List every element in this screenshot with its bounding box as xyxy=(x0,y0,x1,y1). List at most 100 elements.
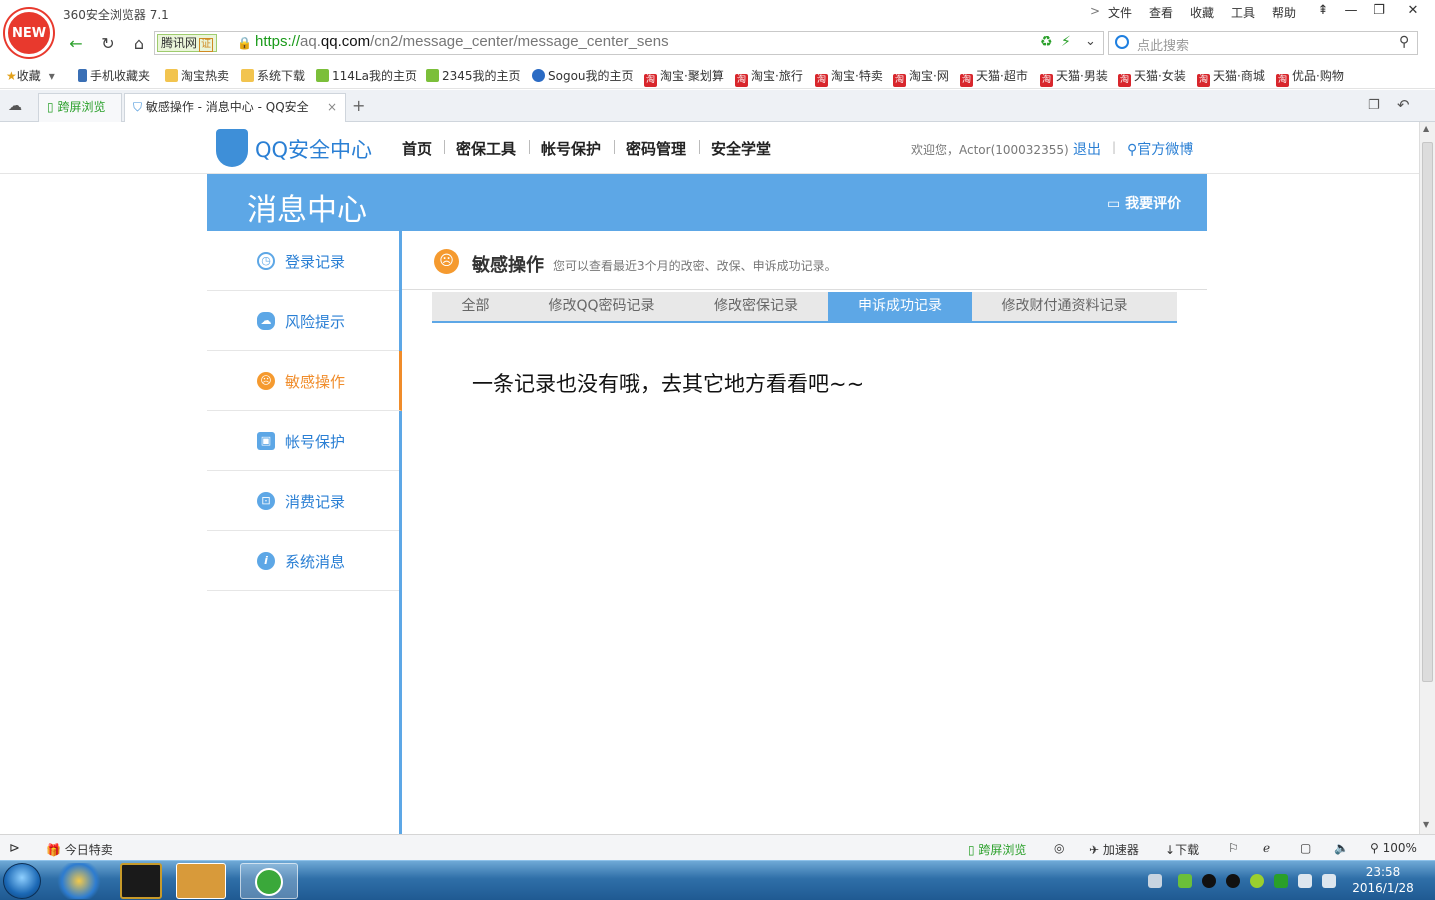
scroll-down-icon[interactable]: ▼ xyxy=(1423,820,1429,829)
restore-tab-icon[interactable]: ❐ xyxy=(1368,98,1380,113)
keyboard-icon[interactable] xyxy=(1148,874,1162,888)
sidebar-item-system-messages[interactable]: i 系统消息 xyxy=(207,531,399,591)
taskbar-lol-icon[interactable] xyxy=(120,863,162,899)
menu-help[interactable]: 帮助 xyxy=(1272,4,1296,21)
bookmark-favorites[interactable]: ★收藏 ▾ xyxy=(6,67,55,84)
bookmark-label: 天猫·女装 xyxy=(1134,69,1186,83)
ie-icon[interactable]: ℯ xyxy=(1263,841,1270,855)
logout-link[interactable]: 退出 xyxy=(1073,139,1101,159)
search-icon[interactable]: ⚲ xyxy=(1399,34,1409,50)
daily-deals-link[interactable]: 🎁 今日特卖 xyxy=(46,841,113,858)
site-logo[interactable]: QQ安全中心 xyxy=(255,134,372,164)
sidebar-item-account-protection[interactable]: ▣ 帐号保护 xyxy=(207,411,399,471)
nav-home[interactable]: 首页 xyxy=(402,138,432,159)
bookmark-item[interactable]: 淘天猫·女装 xyxy=(1118,67,1186,87)
search-engine-icon[interactable] xyxy=(1115,35,1129,49)
taskbar-app-icon[interactable] xyxy=(54,863,104,899)
bookmark-item[interactable]: 淘天猫·商城 xyxy=(1197,67,1265,87)
globe-icon[interactable]: ◎ xyxy=(1054,841,1064,855)
bookmark-item[interactable]: 淘淘宝·网 xyxy=(893,67,949,87)
sidebar-item-sensitive-ops[interactable]: ☹ 敏感操作 xyxy=(207,351,402,411)
bookmark-item[interactable]: Sogou我的主页 xyxy=(532,67,634,84)
sidebar-toggle-icon[interactable]: ⊳ xyxy=(9,841,20,856)
undo-close-icon[interactable]: ↶ xyxy=(1397,96,1410,114)
network-icon[interactable] xyxy=(1298,874,1312,888)
bookmark-item[interactable]: 手机收藏夹 xyxy=(78,67,150,84)
recycle-icon[interactable]: ♻ xyxy=(1040,34,1053,50)
tray-app-icon[interactable] xyxy=(1178,874,1192,888)
system-clock[interactable]: 23:58 2016/1/28 xyxy=(1348,864,1418,896)
sidebar-item-login-records[interactable]: ◷ 登录记录 xyxy=(207,231,399,291)
scroll-up-icon[interactable]: ▲ xyxy=(1423,124,1429,133)
bookmark-item[interactable]: 114La我的主页 xyxy=(316,67,417,84)
back-arrow-icon[interactable]: ← xyxy=(64,33,88,55)
close-tab-icon[interactable]: × xyxy=(327,94,337,121)
nav-account-protection[interactable]: 帐号保护 xyxy=(541,138,601,159)
chevron-down-icon[interactable]: ▾ xyxy=(49,69,55,83)
bookmark-item[interactable]: 淘天猫·超市 xyxy=(960,67,1028,87)
bookmark-item[interactable]: 系统下载 xyxy=(241,67,305,84)
bookmark-item[interactable]: 淘淘宝·特卖 xyxy=(815,67,883,87)
qq-icon[interactable] xyxy=(1226,874,1240,888)
bookmark-item[interactable]: 淘淘宝·旅行 xyxy=(735,67,803,87)
zoom-control[interactable]: ⚲ 100% xyxy=(1370,841,1417,855)
cloud-icon[interactable]: ☁ xyxy=(8,98,22,114)
volume-icon[interactable] xyxy=(1322,874,1336,888)
nav-security-school[interactable]: 安全学堂 xyxy=(711,138,771,159)
accelerator-button[interactable]: ✈ 加速器 xyxy=(1089,841,1139,858)
home-icon[interactable]: ⌂ xyxy=(127,33,151,55)
shield-icon[interactable] xyxy=(1274,874,1288,888)
chevron-down-icon[interactable]: ⌄ xyxy=(1085,34,1096,49)
zoom-icon: ⚲ xyxy=(1370,841,1379,855)
tab-security-settings[interactable]: 修改密保记录 xyxy=(684,292,828,321)
minimize-button[interactable]: — xyxy=(1338,1,1364,21)
search-box[interactable]: 点此搜索 ⚲ xyxy=(1108,31,1418,55)
bookmark-item[interactable]: 2345我的主页 xyxy=(426,67,521,84)
bookmark-item[interactable]: 淘淘宝·聚划算 xyxy=(644,67,724,87)
menu-tools[interactable]: 工具 xyxy=(1231,4,1255,21)
tab-tenpay-info[interactable]: 修改财付通资料记录 xyxy=(972,292,1157,321)
close-button[interactable]: ✕ xyxy=(1400,1,1426,21)
bookmark-item[interactable]: 淘宝热卖 xyxy=(165,67,229,84)
site-identity-badge[interactable]: 腾讯网证 xyxy=(157,34,218,52)
taskbar-360-browser[interactable] xyxy=(240,863,298,899)
sidebar-item-consumption[interactable]: ⊡ 消费记录 xyxy=(207,471,399,531)
tab-all[interactable]: 全部 xyxy=(432,292,519,321)
rate-button[interactable]: ▭ 我要评价 xyxy=(1107,193,1181,213)
new-tab-button[interactable]: + xyxy=(352,96,365,115)
maximize-button[interactable]: ❐ xyxy=(1366,1,1392,21)
speaker-icon[interactable]: 🔈 xyxy=(1334,841,1349,855)
url-field[interactable]: 腾讯网证 🔒 https://aq.qq.com/cn2/message_cen… xyxy=(154,31,1104,55)
qq-shield-icon[interactable] xyxy=(216,129,248,167)
menu-chevron-icon[interactable]: > xyxy=(1090,4,1100,18)
qq-icon[interactable] xyxy=(1202,874,1216,888)
nav-password[interactable]: 密码管理 xyxy=(626,138,686,159)
browser-new-badge[interactable]: NEW xyxy=(5,9,53,57)
tab-qq-password[interactable]: 修改QQ密码记录 xyxy=(519,292,684,321)
url-text[interactable]: https://aq.qq.com/cn2/message_center/mes… xyxy=(255,33,669,50)
tab-cross-screen[interactable]: ▯ 跨屏浏览 xyxy=(38,93,122,122)
tab-sensitive-ops[interactable]: ⛉ 敏感操作 - 消息中心 - QQ安全 × xyxy=(124,93,346,123)
tray-plus-icon[interactable] xyxy=(1250,874,1264,888)
menu-favorites[interactable]: 收藏 xyxy=(1190,4,1214,21)
scrollbar-thumb[interactable] xyxy=(1422,142,1433,682)
taskbar-monkey-icon[interactable] xyxy=(176,863,226,899)
window-icon[interactable]: ▢ xyxy=(1300,841,1311,855)
tab-appeal-success[interactable]: 申诉成功记录 xyxy=(828,292,972,321)
vertical-scrollbar[interactable]: ▲ ▼ xyxy=(1419,122,1435,834)
pin-icon[interactable]: ⇞ xyxy=(1310,1,1336,21)
menu-view[interactable]: 查看 xyxy=(1149,4,1173,21)
search-input[interactable]: 点此搜索 xyxy=(1137,35,1189,54)
start-button[interactable] xyxy=(3,863,41,899)
menu-file[interactable]: 文件 xyxy=(1108,4,1132,21)
bookmark-item[interactable]: 淘天猫·男装 xyxy=(1040,67,1108,87)
bookmark-item[interactable]: 淘优品·购物 xyxy=(1276,67,1344,87)
flag-icon[interactable]: ⚐ xyxy=(1228,841,1239,855)
lightning-icon[interactable]: ⚡ xyxy=(1061,34,1071,50)
sidebar-item-risk-alerts[interactable]: ☁ 风险提示 xyxy=(207,291,399,351)
weibo-link[interactable]: ⚲官方微博 xyxy=(1127,139,1193,159)
refresh-icon[interactable]: ↻ xyxy=(96,33,120,55)
nav-security-tools[interactable]: 密保工具 xyxy=(456,138,516,159)
download-button[interactable]: ↓下载 xyxy=(1165,841,1199,858)
cross-screen-button[interactable]: ▯ 跨屏浏览 xyxy=(968,841,1026,858)
